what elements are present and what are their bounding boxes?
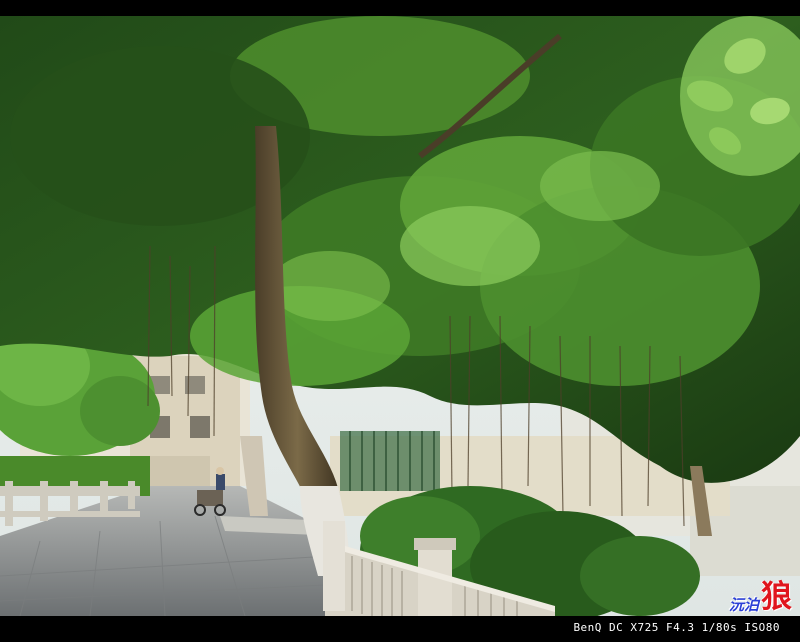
- photo: [0, 16, 800, 616]
- watermark-text: 沅泊: [728, 596, 759, 614]
- banyan-street-scene: [0, 16, 800, 616]
- exif-caption: BenQ DC X725 F4.3 1/80s ISO80: [573, 621, 780, 634]
- iron-gate: [340, 431, 440, 491]
- watermark: 沅泊 狼: [729, 576, 792, 614]
- watermark-logo: 狼: [761, 579, 792, 615]
- photo-frame: 沅泊 狼 BenQ DC X725 F4.3 1/80s ISO80: [0, 0, 800, 642]
